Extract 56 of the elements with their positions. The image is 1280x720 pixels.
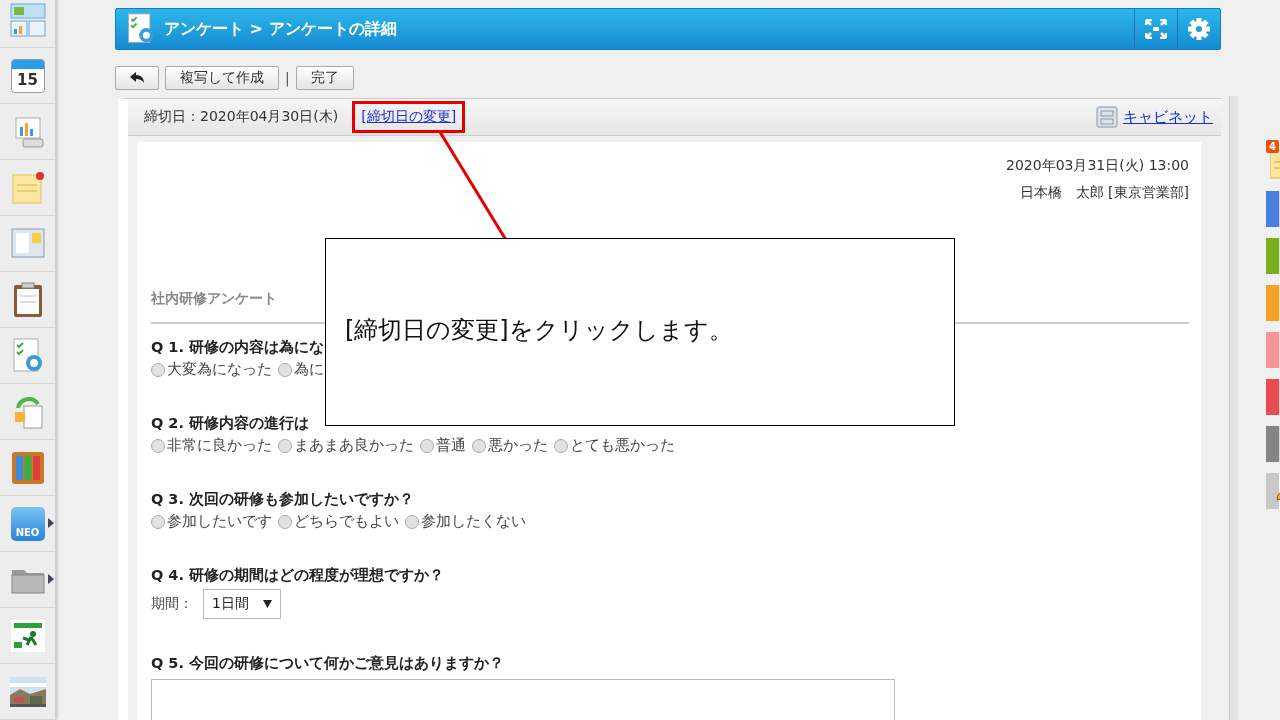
survey-icon	[126, 13, 156, 45]
radio-button[interactable]	[278, 362, 292, 377]
copy-create-button[interactable]: 複写して作成	[165, 66, 279, 90]
chart-app-icon: NEO	[10, 506, 45, 541]
question-title: Q 1. 研修の内容は為にな	[151, 338, 326, 357]
cabinet-link[interactable]: キャビネット	[1123, 107, 1213, 127]
toolbar-separator: |	[285, 70, 290, 86]
survey-icon	[11, 337, 44, 374]
option-label: まあまあ良かった	[294, 436, 414, 455]
period-dropdown[interactable]: 1日間	[203, 589, 281, 619]
option-label: 参加したいです	[167, 512, 272, 531]
page-title: アンケート > アンケートの詳細	[164, 18, 398, 40]
option-label: 為に	[294, 360, 324, 379]
dashboard-icon	[9, 2, 46, 37]
radio-button[interactable]	[405, 514, 419, 529]
option-label: どちらでもよい	[294, 512, 399, 531]
deadline-text: 締切日：2020年04月30日(木)	[144, 108, 339, 126]
calendar-icon: 15	[10, 58, 45, 93]
scrollbar[interactable]	[1229, 96, 1238, 720]
bulletin-board-icon	[10, 227, 45, 260]
settings-icon	[1187, 17, 1211, 41]
binders-icon	[10, 450, 45, 485]
field-label: 期間：	[151, 595, 193, 613]
radio-button[interactable]	[554, 438, 568, 453]
submenu-arrow-icon	[48, 574, 54, 584]
shop-logo-icon	[10, 619, 45, 652]
question-title: Q 3. 次回の研修も参加したいですか？	[151, 490, 416, 509]
radio-button[interactable]	[151, 362, 165, 377]
radio-button[interactable]	[278, 514, 292, 529]
sticky-note-icon	[10, 170, 45, 205]
radio-button[interactable]	[420, 438, 434, 453]
back-button[interactable]	[115, 66, 159, 90]
expand-icon	[1145, 19, 1167, 39]
done-button[interactable]: 完了	[295, 66, 354, 90]
option-label: 普通	[436, 436, 466, 455]
created-datetime: 2020年03月31日(火) 13:00	[1006, 156, 1189, 175]
option-label: 非常に良かった	[167, 436, 272, 455]
option-label: とても悪かった	[570, 436, 675, 455]
question-title: Q 5. 今回の研修について何かご意見はありますか？	[151, 654, 506, 673]
question-title: Q 2. 研修内容の進行は	[151, 414, 311, 433]
option-label: 悪かった	[488, 436, 548, 455]
cabinet-icon	[1096, 106, 1118, 128]
submenu-arrow-icon	[48, 518, 54, 528]
question-title: Q 4. 研修の期間はどの程度が理想ですか？	[151, 566, 446, 585]
radio-button[interactable]	[151, 438, 165, 453]
clipboard-icon	[12, 281, 43, 318]
radio-button[interactable]	[472, 438, 486, 453]
change-deadline-link[interactable]: [締切日の変更]	[352, 101, 466, 133]
option-label: 大変為になった	[167, 360, 272, 379]
radio-button[interactable]	[151, 514, 165, 529]
back-arrow-icon	[130, 72, 144, 84]
count-badge: 4	[1266, 140, 1279, 153]
option-label: 参加したくない	[421, 512, 526, 531]
dropdown-arrow-icon	[262, 600, 272, 608]
author-name: 日本橋 太郎 [東京営業部]	[1018, 183, 1189, 202]
radio-button[interactable]	[278, 438, 292, 453]
